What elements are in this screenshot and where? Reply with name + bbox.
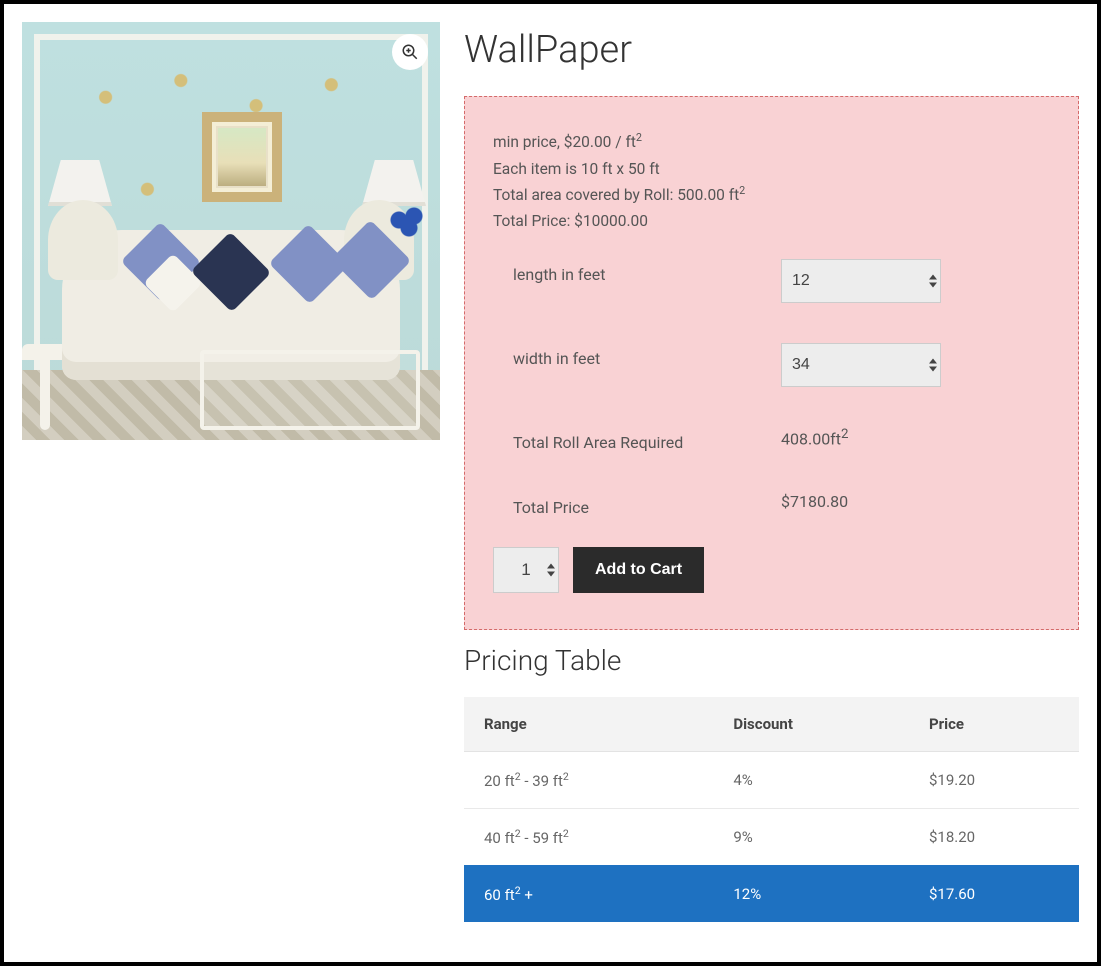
width-input[interactable] [781, 343, 941, 387]
chevron-up-icon[interactable] [929, 358, 937, 363]
info-block: min price, $20.00 / ft2 Each item is 10 … [493, 129, 1050, 235]
col-discount: Discount [715, 697, 911, 752]
width-label: width in feet [513, 343, 781, 368]
table-row: 60 ft2 +12%$17.60 [464, 865, 1079, 922]
window-frame: WallPaper min price, $20.00 / ft2 Each i… [0, 0, 1101, 966]
pricing-table: Range Discount Price 20 ft2 - 39 ft24%$1… [464, 697, 1079, 922]
cell-discount: 12% [715, 865, 911, 922]
cart-row: Add to Cart [493, 547, 1050, 593]
required-area-label: Total Roll Area Required [513, 427, 781, 452]
min-price-label: min price, [493, 133, 560, 151]
cell-range: 60 ft2 + [464, 865, 715, 922]
cell-discount: 9% [715, 808, 911, 865]
pricing-body: 20 ft2 - 39 ft24%$19.2040 ft2 - 59 ft29%… [464, 751, 1079, 922]
calc-price-label: Total Price [513, 492, 781, 517]
cell-discount: 4% [715, 751, 911, 808]
calc-price-value: $7180.80 [781, 492, 1050, 511]
cell-price: $17.60 [911, 865, 1079, 922]
col-price: Price [911, 697, 1079, 752]
min-price-line: min price, $20.00 / ft2 [493, 129, 1050, 156]
cell-range: 20 ft2 - 39 ft2 [464, 751, 715, 808]
length-label: length in feet [513, 259, 781, 284]
required-area-value: 408.00ft [781, 429, 841, 448]
chevron-up-icon[interactable] [929, 274, 937, 279]
zoom-icon[interactable] [392, 34, 428, 70]
length-stepper[interactable] [929, 274, 937, 287]
pricing-title: Pricing Table [464, 644, 1079, 677]
roll-area-label: Total area covered by Roll: [493, 186, 673, 204]
chevron-down-icon[interactable] [929, 366, 937, 371]
cell-price: $19.20 [911, 751, 1079, 808]
table-row: 40 ft2 - 59 ft29%$18.20 [464, 808, 1079, 865]
width-row: width in feet [493, 343, 1050, 387]
cell-range: 40 ft2 - 59 ft2 [464, 808, 715, 865]
product-image[interactable] [22, 22, 440, 440]
gallery-column [22, 22, 464, 440]
product-page: WallPaper min price, $20.00 / ft2 Each i… [4, 4, 1097, 962]
table-row: 20 ft2 - 39 ft24%$19.20 [464, 751, 1079, 808]
calculator-panel: min price, $20.00 / ft2 Each item is 10 … [464, 96, 1079, 630]
min-price-super: 2 [636, 131, 642, 144]
product-image-bg [22, 22, 440, 440]
chevron-down-icon[interactable] [547, 571, 555, 576]
width-stepper[interactable] [929, 358, 937, 371]
length-input[interactable] [781, 259, 941, 303]
total-price-line: Total Price: $10000.00 [493, 208, 1050, 234]
item-dims-line: Each item is 10 ft x 50 ft [493, 156, 1050, 182]
pricing-header-row: Range Discount Price [464, 697, 1079, 752]
col-range: Range [464, 697, 715, 752]
quantity-stepper[interactable] [547, 563, 555, 576]
roll-area-super: 2 [739, 184, 745, 197]
add-to-cart-button[interactable]: Add to Cart [573, 547, 704, 593]
roll-area-value: 500.00 ft [677, 186, 739, 204]
measure-grid: length in feet width [493, 259, 1050, 517]
required-area-super: 2 [841, 427, 849, 442]
cell-price: $18.20 [911, 808, 1079, 865]
roll-area-line: Total area covered by Roll: 500.00 ft2 [493, 182, 1050, 209]
details-column: WallPaper min price, $20.00 / ft2 Each i… [464, 22, 1079, 922]
calc-price-row: Total Price $7180.80 [493, 492, 1050, 517]
chevron-up-icon[interactable] [547, 563, 555, 568]
chevron-down-icon[interactable] [929, 282, 937, 287]
required-area-row: Total Roll Area Required 408.00ft2 [493, 427, 1050, 452]
length-row: length in feet [493, 259, 1050, 303]
product-title: WallPaper [464, 28, 1079, 72]
min-price-value: $20.00 / ft [564, 133, 636, 151]
